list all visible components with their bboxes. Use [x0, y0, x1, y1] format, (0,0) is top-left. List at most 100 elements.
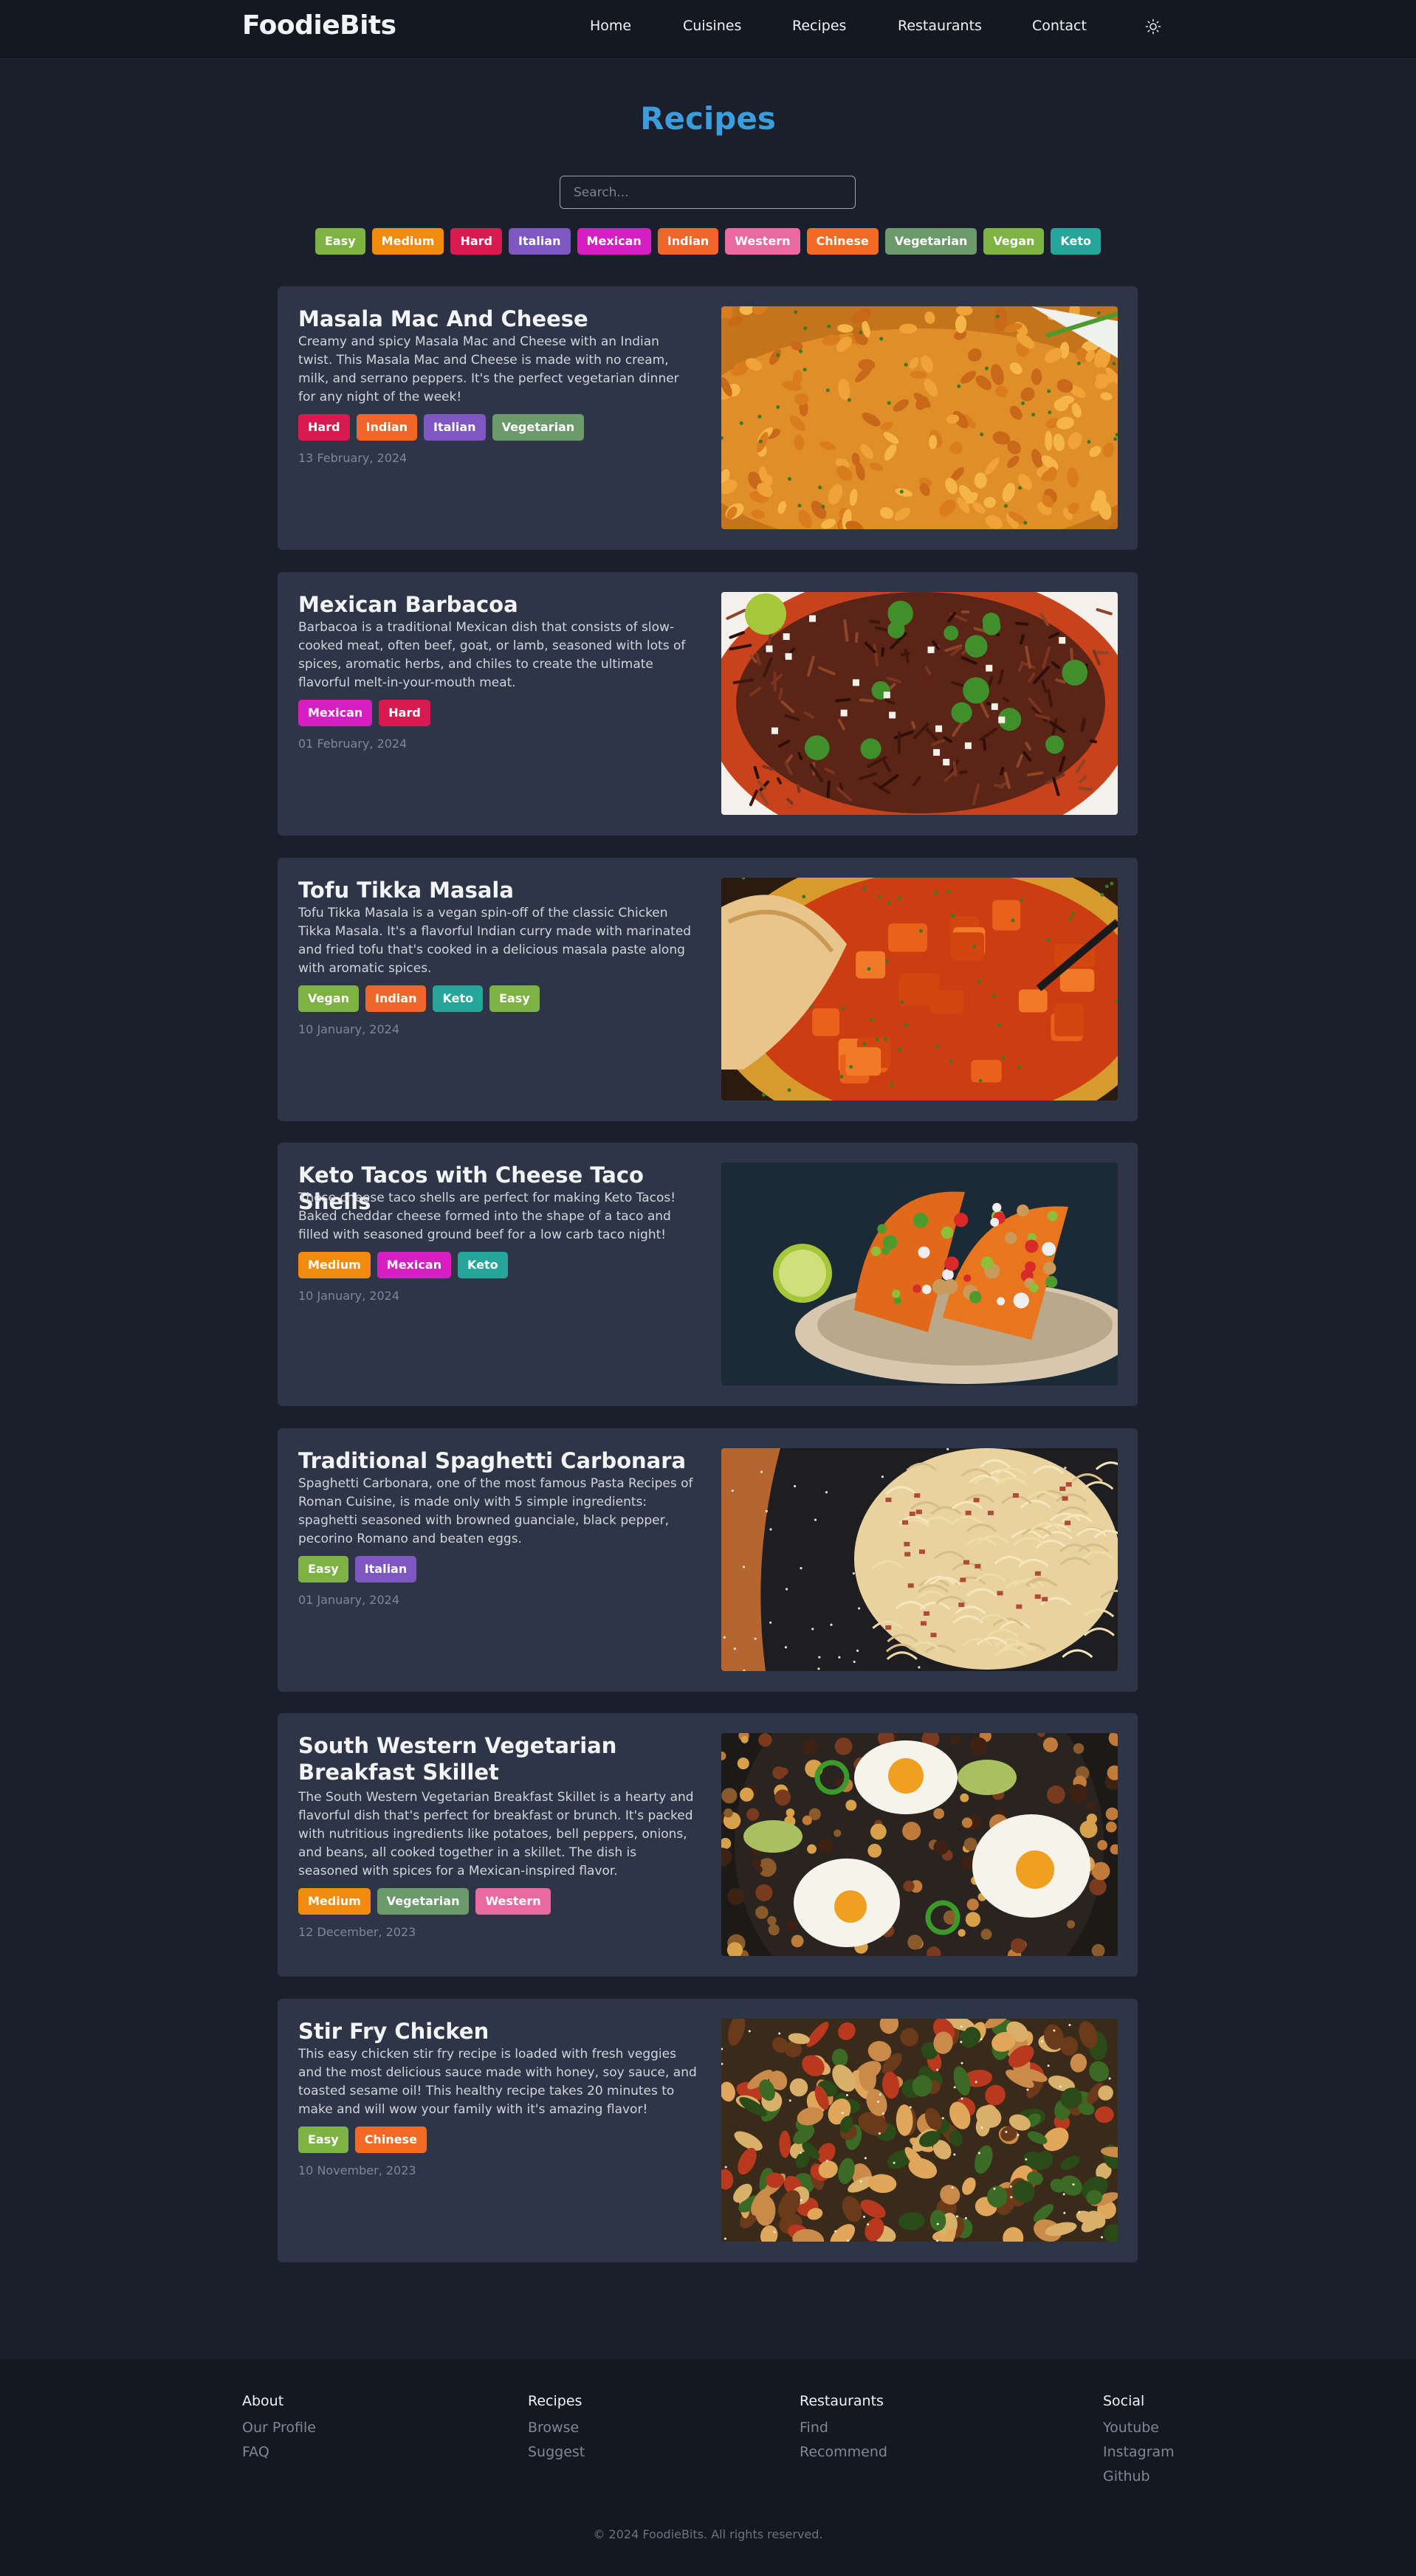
recipe-tag-italian[interactable]: Italian [354, 1556, 417, 1583]
footer-link-find[interactable]: Find [800, 2420, 887, 2436]
recipe-description: Spaghetti Carbonara, one of the most fam… [298, 1476, 693, 1546]
filter-tag-vegan[interactable]: Vegan [983, 228, 1045, 255]
nav-link-restaurants[interactable]: Restaurants [898, 18, 982, 34]
recipe-date: 10 January, 2024 [298, 1022, 399, 1036]
footer-column-about: About Our Profile FAQ [242, 2393, 316, 2468]
footer-link-youtube[interactable]: Youtube [1103, 2420, 1175, 2436]
page-title: Recipes [640, 100, 776, 137]
tofu-tikka-masala-photo[interactable] [721, 878, 1118, 1101]
nav-link-contact[interactable]: Contact [1032, 18, 1087, 34]
recipe-date: 10 January, 2024 [298, 1289, 399, 1303]
stir-fry-chicken-photo[interactable] [721, 2019, 1118, 2242]
recipe-date: 10 November, 2023 [298, 2163, 416, 2177]
filter-tag-mexican[interactable]: Mexican [577, 228, 651, 255]
footer-link-recommend[interactable]: Recommend [800, 2444, 887, 2460]
nav-link-recipes[interactable]: Recipes [792, 18, 846, 34]
recipe-tags: Medium Vegetarian Western [298, 1888, 551, 1915]
recipe-card[interactable]: Masala Mac And Cheese Creamy and spicy Ma… [278, 286, 1138, 550]
sun-icon[interactable] [1144, 18, 1162, 35]
recipe-tag-keto[interactable]: Keto [433, 985, 484, 1012]
footer-link-suggest[interactable]: Suggest [528, 2444, 585, 2460]
recipe-tag-medium[interactable]: Medium [298, 1252, 371, 1278]
recipe-tag-western[interactable]: Western [475, 1888, 551, 1915]
recipe-tags: Vegan Indian Keto Easy [298, 985, 540, 1012]
recipe-card[interactable]: Tofu Tikka Masala Tofu Tikka Masala is a … [278, 858, 1138, 1121]
recipe-description: Creamy and spicy Masala Mac and Cheese w… [298, 334, 679, 404]
filter-tag-indian[interactable]: Indian [657, 228, 719, 255]
recipe-card[interactable]: South Western Vegetarian Breakfast Skill… [278, 1713, 1138, 1977]
footer-link-browse[interactable]: Browse [528, 2420, 585, 2436]
recipe-description: These cheese taco shells are perfect for… [298, 1191, 676, 1242]
filter-tags: Easy Medium Hard Italian Mexican Indian Wester… [0, 228, 1416, 255]
recipe-title[interactable]: Mexican Barbacoa [298, 591, 697, 618]
recipe-date: 13 February, 2024 [298, 451, 408, 465]
recipe-tag-easy[interactable]: Easy [489, 985, 540, 1012]
search-input[interactable] [560, 176, 856, 209]
footer-column-recipes: Recipes Browse Suggest [528, 2393, 585, 2468]
footer-link-our-profile[interactable]: Our Profile [242, 2420, 316, 2436]
footer: About Our Profile FAQ Recipes Browse Sug… [0, 2359, 1416, 2576]
mexican-barbacoa-photo[interactable] [721, 592, 1118, 815]
footer-link-faq[interactable]: FAQ [242, 2444, 316, 2460]
recipe-card[interactable]: Keto Tacos with Cheese Taco Shells These … [278, 1143, 1138, 1406]
recipe-tag-keto[interactable]: Keto [458, 1252, 508, 1278]
spaghetti-carbonara-photo[interactable] [721, 1448, 1118, 1671]
footer-heading: Recipes [528, 2393, 582, 2409]
recipe-title[interactable]: Traditional Spaghetti Carbonara [298, 1447, 697, 1474]
brand-logo[interactable]: FoodieBits [242, 10, 396, 41]
recipe-tag-mexican[interactable]: Mexican [298, 700, 373, 726]
recipe-description: The South Western Vegetarian Breakfast S… [298, 1790, 694, 1878]
recipe-tags: Medium Mexican Keto [298, 1252, 508, 1278]
recipe-date: 01 January, 2024 [298, 1593, 399, 1607]
breakfast-skillet-photo[interactable] [721, 1733, 1118, 1956]
filter-tag-easy[interactable]: Easy [315, 228, 365, 255]
recipe-card[interactable]: Stir Fry Chicken This easy chicken stir f… [278, 1999, 1138, 2262]
filter-tag-western[interactable]: Western [725, 228, 800, 255]
recipe-title[interactable]: South Western Vegetarian Breakfast Skill… [298, 1732, 697, 1786]
recipe-tag-mexican[interactable]: Mexican [377, 1252, 452, 1278]
recipe-tags: Hard Indian Italian Vegetarian [298, 414, 585, 441]
recipe-tags: Mexican Hard [298, 700, 430, 726]
recipe-tag-chinese[interactable]: Chinese [354, 2126, 427, 2153]
nav-link-cuisines[interactable]: Cuisines [683, 18, 741, 34]
masala-mac-and-cheese-photo[interactable] [721, 306, 1118, 529]
recipe-card[interactable]: Mexican Barbacoa Barbacoa is a traditiona… [278, 572, 1138, 836]
recipe-card[interactable]: Traditional Spaghetti Carbonara Spaghetti… [278, 1428, 1138, 1692]
recipe-tags: Easy Italian [298, 1556, 417, 1583]
recipe-title[interactable]: Tofu Tikka Masala [298, 877, 697, 903]
recipe-tag-vegan[interactable]: Vegan [298, 985, 359, 1012]
footer-link-github[interactable]: Github [1103, 2468, 1175, 2484]
recipe-tag-medium[interactable]: Medium [298, 1888, 371, 1915]
recipe-description: Barbacoa is a traditional Mexican dish t… [298, 620, 686, 690]
recipe-tag-italian[interactable]: Italian [424, 414, 486, 441]
recipe-tag-vegetarian[interactable]: Vegetarian [492, 414, 585, 441]
filter-tag-hard[interactable]: Hard [450, 228, 502, 255]
recipe-tag-easy[interactable]: Easy [298, 2126, 348, 2153]
filter-tag-chinese[interactable]: Chinese [806, 228, 879, 255]
recipe-date: 01 February, 2024 [298, 737, 408, 751]
recipe-tag-hard[interactable]: Hard [379, 700, 430, 726]
recipe-description: Tofu Tikka Masala is a vegan spin-off of… [298, 906, 692, 976]
keto-tacos-photo[interactable] [721, 1163, 1118, 1385]
footer-heading: About [242, 2393, 284, 2409]
footer-link-instagram[interactable]: Instagram [1103, 2444, 1175, 2460]
filter-tag-medium[interactable]: Medium [371, 228, 444, 255]
recipe-tag-indian[interactable]: Indian [356, 414, 417, 441]
recipe-title[interactable]: Stir Fry Chicken [298, 2018, 697, 2045]
recipe-tag-hard[interactable]: Hard [298, 414, 350, 441]
recipe-tag-easy[interactable]: Easy [298, 1556, 348, 1583]
recipe-tag-indian[interactable]: Indian [365, 985, 427, 1012]
footer-heading: Restaurants [800, 2393, 884, 2409]
recipe-title[interactable]: Masala Mac And Cheese [298, 306, 697, 332]
filter-tag-vegetarian[interactable]: Vegetarian [884, 228, 977, 255]
footer-heading: Social [1103, 2393, 1145, 2409]
top-navbar: FoodieBits Home Cuisines Recipes Restaur… [0, 0, 1416, 59]
footer-column-restaurants: Restaurants Find Recommend [800, 2393, 887, 2468]
nav-link-home[interactable]: Home [590, 18, 631, 34]
filter-tag-keto[interactable]: Keto [1051, 228, 1101, 255]
recipe-tags: Easy Chinese [298, 2126, 427, 2153]
recipe-date: 12 December, 2023 [298, 1925, 416, 1939]
recipe-tag-vegetarian[interactable]: Vegetarian [377, 1888, 470, 1915]
filter-tag-italian[interactable]: Italian [508, 228, 571, 255]
recipe-description: This easy chicken stir fry recipe is loa… [298, 2047, 697, 2117]
